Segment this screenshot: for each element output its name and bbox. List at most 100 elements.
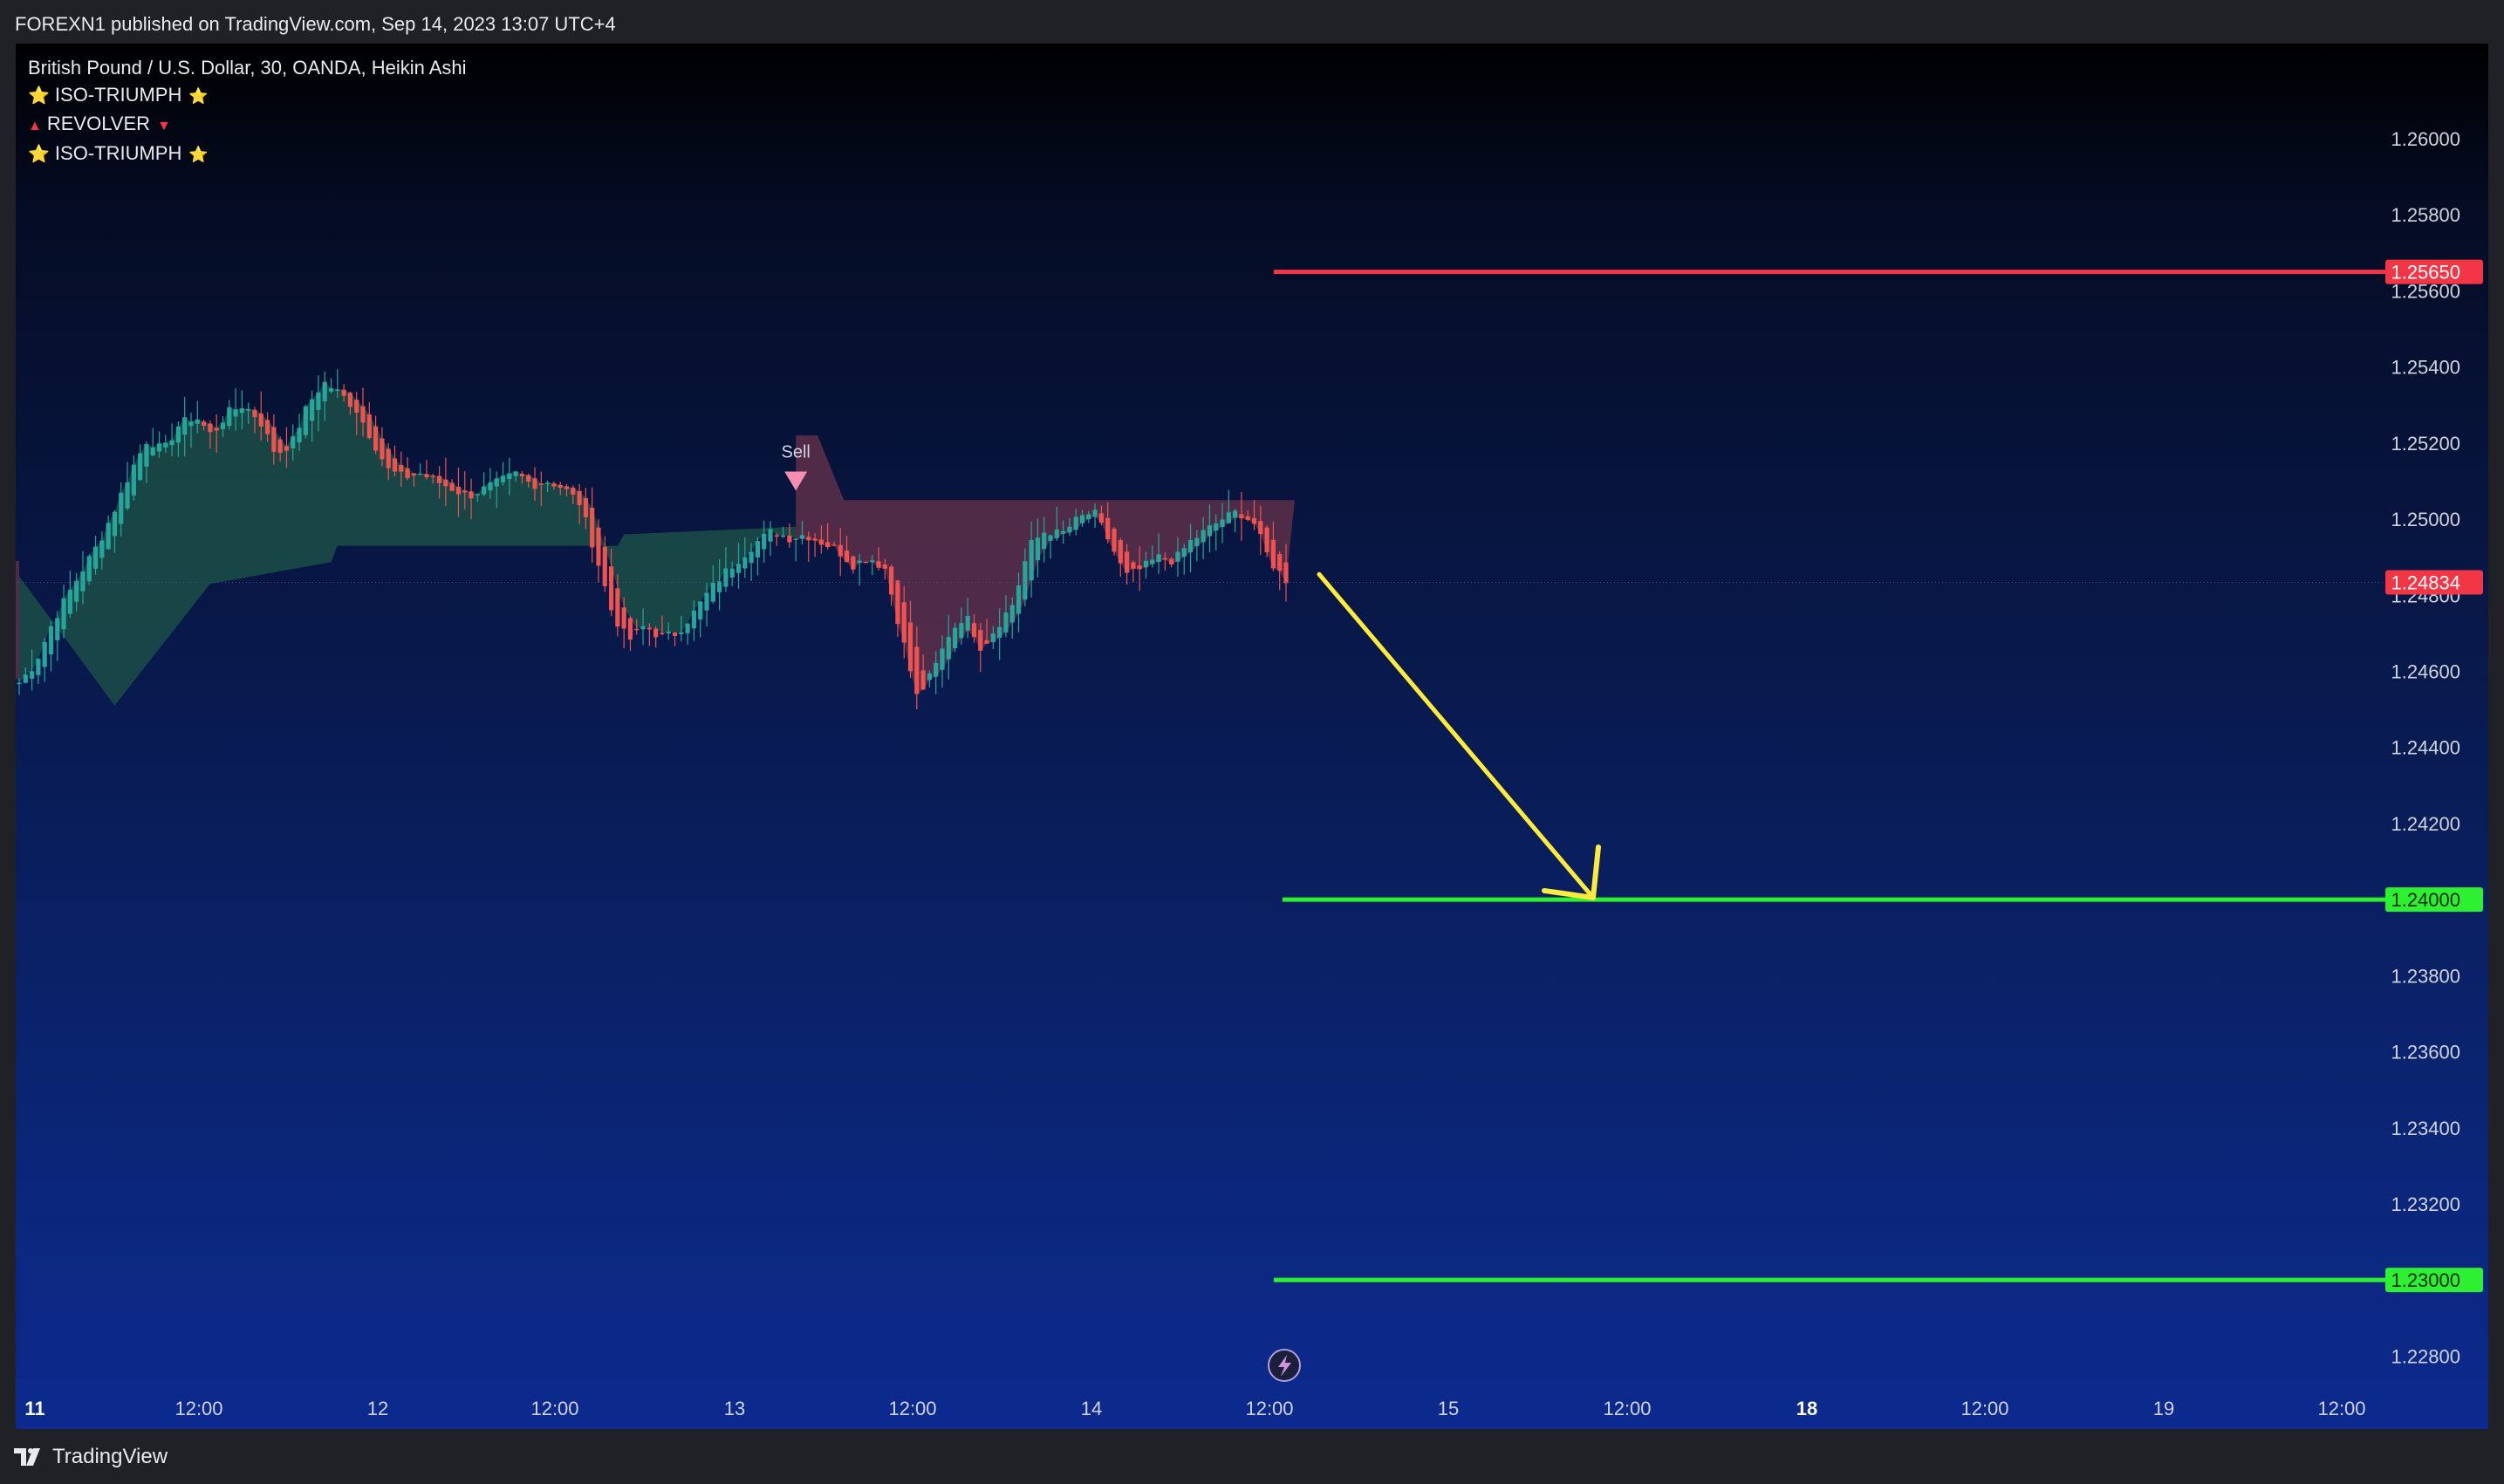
candle[interactable] — [424, 460, 429, 480]
candle[interactable] — [500, 462, 506, 486]
candle[interactable] — [1181, 544, 1187, 575]
candle[interactable] — [1277, 551, 1283, 591]
candle[interactable] — [150, 427, 155, 456]
candle-body — [666, 631, 671, 634]
candle[interactable] — [55, 611, 60, 661]
candle[interactable] — [125, 462, 130, 511]
candle-body — [99, 540, 105, 558]
candle[interactable] — [793, 538, 798, 562]
candle[interactable] — [418, 462, 423, 475]
candle-body — [303, 406, 308, 435]
candle-body — [227, 407, 232, 427]
candle-body — [233, 409, 238, 417]
candle[interactable] — [138, 444, 143, 482]
price-label-text: 1.24000 — [2391, 889, 2460, 911]
legend-indicator-iso-triumph[interactable]: ⭐ ISO-TRIUMPH ⭐ — [28, 81, 467, 110]
candle[interactable] — [42, 637, 47, 682]
candle[interactable] — [672, 632, 678, 646]
candle[interactable] — [67, 571, 72, 619]
candle[interactable] — [366, 401, 372, 440]
candle-body — [163, 442, 168, 448]
candle-body — [258, 413, 263, 427]
trend-arrow[interactable] — [1317, 571, 1596, 900]
candle[interactable] — [851, 556, 856, 574]
candle[interactable] — [36, 658, 41, 684]
tradingview-logo[interactable]: TradingView — [14, 1445, 168, 1469]
candle-body — [144, 444, 149, 467]
legend-symbol[interactable]: British Pound / U.S. Dollar, 30, OANDA, … — [28, 54, 467, 81]
candle[interactable] — [1112, 527, 1117, 556]
candle-body — [61, 598, 66, 630]
candle[interactable] — [373, 415, 379, 455]
candle-body — [519, 474, 525, 476]
candle-body — [347, 393, 353, 407]
candle-body — [934, 662, 939, 677]
sell-signal-label: Sell — [781, 443, 810, 462]
candle-body — [1162, 557, 1167, 560]
candle-body — [768, 529, 773, 542]
chart-canvas[interactable]: 1.260001.258001.256001.254001.252001.250… — [16, 44, 2488, 1429]
candle[interactable] — [405, 456, 410, 481]
candle[interactable] — [1048, 534, 1053, 559]
candle-body — [927, 673, 932, 680]
candle[interactable] — [698, 601, 703, 638]
candle-body — [532, 478, 537, 489]
candle[interactable] — [978, 623, 983, 673]
lightning-icon[interactable] — [1268, 1349, 1301, 1382]
candle[interactable] — [92, 536, 99, 575]
candle[interactable] — [627, 615, 633, 652]
chart-area[interactable]: 1.26000 1.25800 1.25600 1.25400 1.25200 1.250… — [16, 44, 2488, 1429]
candle[interactable] — [328, 378, 334, 394]
candle-body — [399, 465, 404, 472]
candle-body — [634, 628, 640, 631]
y-tick-label: 1.23400 — [2391, 1118, 2460, 1139]
candle-body — [1112, 528, 1117, 552]
candle[interactable] — [1233, 508, 1238, 533]
chart-legend: British Pound / U.S. Dollar, 30, OANDA, … — [28, 54, 467, 168]
candle[interactable] — [86, 554, 92, 585]
candle[interactable] — [1131, 560, 1136, 583]
candle[interactable] — [590, 487, 595, 564]
candle-body — [220, 422, 226, 429]
legend-indicator-revolver[interactable]: ▲ REVOLVER ▼ — [28, 110, 467, 140]
indicator-label: ISO-TRIUMPH — [54, 142, 182, 164]
candle-body — [997, 626, 1002, 639]
candle-body — [106, 523, 111, 550]
candle[interactable] — [227, 400, 232, 430]
candle[interactable] — [1118, 537, 1123, 578]
candle[interactable] — [482, 472, 487, 496]
candle-body — [704, 592, 709, 611]
candle-body — [386, 448, 391, 468]
y-tick-label: 1.23200 — [2391, 1193, 2460, 1215]
x-tick-label: 11 — [24, 1398, 44, 1419]
candle-body — [698, 601, 703, 620]
legend-indicator-iso-triumph-2[interactable]: ⭐ ISO-TRIUMPH ⭐ — [28, 140, 467, 168]
candle[interactable] — [449, 479, 455, 491]
candle-body — [291, 436, 296, 449]
candle-body — [851, 556, 856, 570]
candle-body — [526, 475, 531, 482]
candle[interactable] — [48, 620, 54, 672]
x-tick-label: 12:00 — [530, 1398, 578, 1419]
candle-body — [1061, 530, 1066, 534]
candle[interactable] — [685, 622, 690, 645]
candle-body — [67, 589, 72, 614]
candle[interactable] — [755, 537, 760, 576]
candle[interactable] — [1239, 491, 1244, 541]
x-tick-label: 15 — [1438, 1398, 1459, 1419]
candle[interactable] — [768, 521, 773, 557]
candle-body — [322, 381, 327, 401]
y-tick-label: 1.24600 — [2391, 660, 2460, 682]
candle-body — [564, 486, 570, 489]
candle-body — [538, 483, 544, 485]
publish-header: FOREXN1 published on TradingView.com, Se… — [0, 0, 2504, 44]
candle-body — [1143, 560, 1149, 568]
candle-body — [1194, 537, 1200, 547]
candle-body — [857, 560, 862, 564]
candle[interactable] — [303, 404, 308, 439]
candle[interactable] — [762, 520, 767, 563]
candle-body — [36, 659, 41, 675]
candle[interactable] — [653, 626, 659, 648]
candle[interactable] — [596, 519, 601, 583]
candle-body — [825, 542, 831, 548]
